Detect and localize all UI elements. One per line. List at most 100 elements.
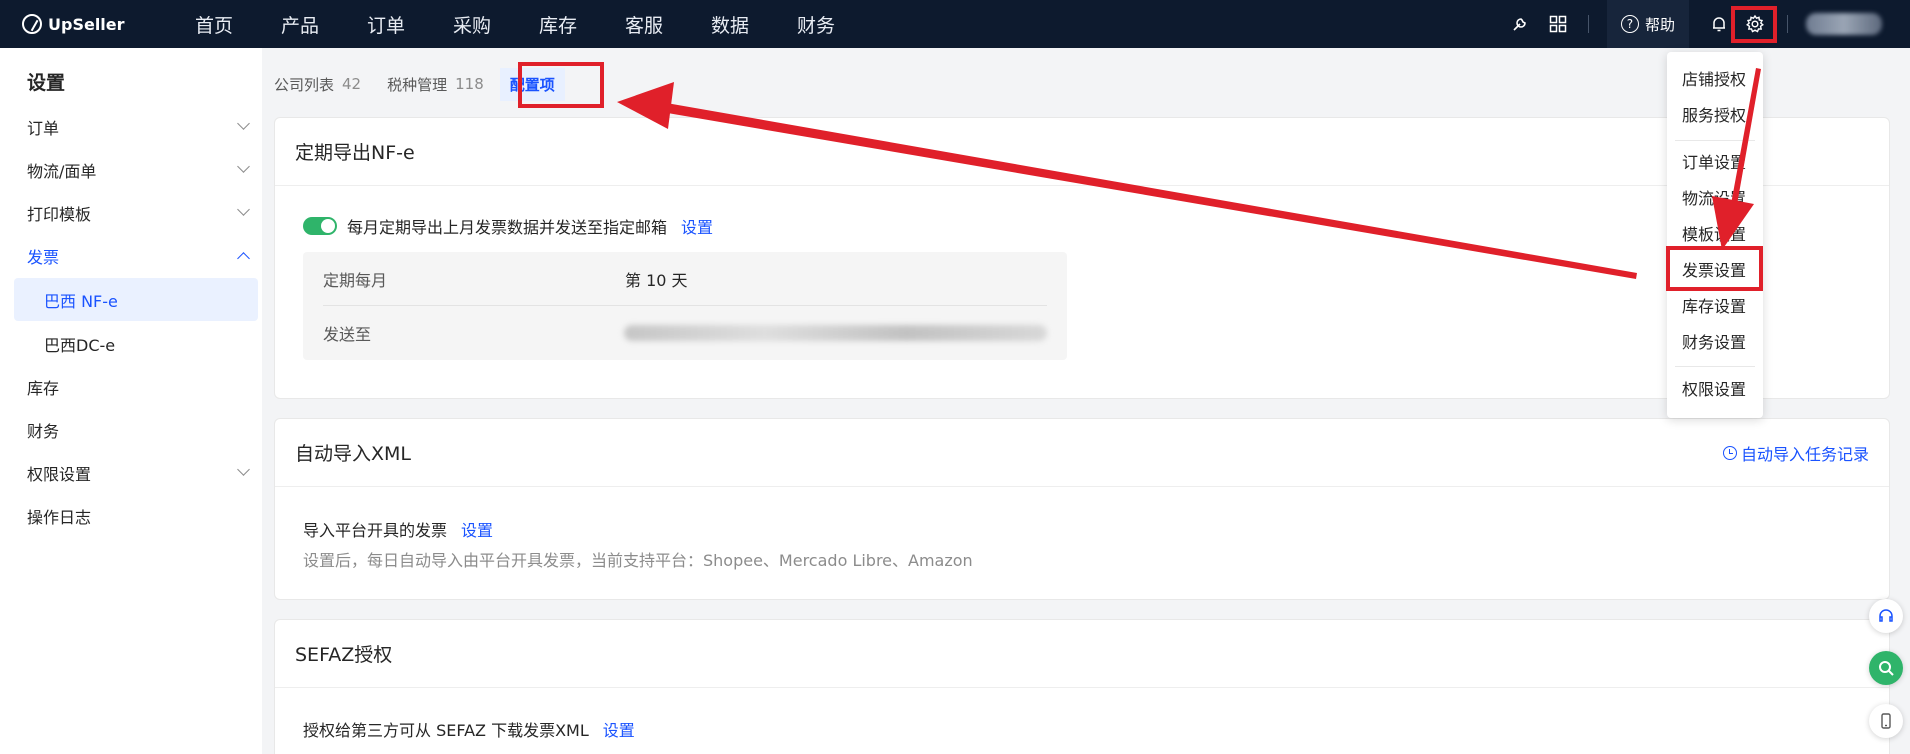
- nav-item-finance[interactable]: 财务: [797, 11, 883, 38]
- nav-item-data[interactable]: 数据: [711, 11, 797, 38]
- divider: [1787, 15, 1788, 33]
- chevron-down-icon: [237, 463, 250, 476]
- sidebar-item-label: 订单: [27, 118, 60, 138]
- nav-item-home[interactable]: 首页: [195, 11, 281, 38]
- menu-item-inventory-settings[interactable]: 库存设置: [1667, 287, 1763, 323]
- export-nfe-card: 定期导出NF-e 每月定期导出上月发票数据并发送至指定邮箱 设置 定期每月 第 …: [274, 117, 1890, 399]
- sidebar-item-label: 库存: [27, 378, 60, 398]
- tab-tax-management[interactable]: 税种管理 118: [387, 74, 484, 95]
- menu-item-finance-settings[interactable]: 财务设置: [1667, 323, 1763, 359]
- nav-item-orders[interactable]: 订单: [367, 11, 453, 38]
- sidebar-item-invoice[interactable]: 发票: [14, 234, 258, 277]
- sidebar-item-print-templates[interactable]: 打印模板: [14, 191, 258, 234]
- card-header: 自动导入XML 自动导入任务记录: [275, 419, 1889, 487]
- sidebar-item-finance[interactable]: 财务: [14, 408, 258, 451]
- import-platform-invoice-line: 导入平台开具的发票 设置: [303, 517, 493, 541]
- sidebar-item-logistics[interactable]: 物流/面单: [14, 148, 258, 191]
- tab-company-list[interactable]: 公司列表 42: [274, 74, 361, 95]
- info-row-day: 定期每月 第 10 天: [323, 252, 1047, 306]
- toggle-label: 每月定期导出上月发票数据并发送至指定邮箱: [347, 218, 668, 237]
- monthly-export-toggle[interactable]: [303, 217, 337, 235]
- apps-grid-icon[interactable]: [1546, 12, 1570, 36]
- menu-item-logistics-settings[interactable]: 物流设置: [1667, 179, 1763, 215]
- sidebar-item-label: 操作日志: [27, 507, 92, 527]
- line-text: 导入平台开具的发票: [303, 521, 448, 540]
- tab-label: 税种管理: [387, 75, 448, 94]
- clock-icon: [1722, 445, 1737, 460]
- sidebar-item-label: 巴西DC-e: [44, 335, 116, 355]
- import-description: 设置后，每日自动导入由平台开具发票，当前支持平台：Shopee、Mercado …: [303, 551, 973, 570]
- redacted-email-list: [624, 325, 1047, 341]
- brand-logo[interactable]: UpSeller: [22, 14, 162, 34]
- tab-count: 42: [342, 75, 362, 93]
- sidebar-item-label: 财务: [27, 421, 60, 441]
- sidebar-item-brazil-nfe[interactable]: 巴西 NF-e: [14, 278, 258, 321]
- card-title: 定期导出NF-e: [275, 118, 1889, 186]
- mobile-app-button[interactable]: [1869, 704, 1903, 738]
- chevron-down-icon: [237, 160, 250, 173]
- info-label: 发送至: [323, 325, 372, 344]
- sidebar-title: 设置: [27, 72, 66, 94]
- user-account-blurred[interactable]: [1806, 13, 1882, 35]
- info-label: 定期每月: [323, 270, 388, 290]
- top-right-tools: ? 帮助: [1508, 0, 1910, 48]
- upseller-logo-icon: [22, 14, 42, 34]
- info-value: 第 10 天: [625, 270, 688, 290]
- menu-divider: [1675, 140, 1755, 141]
- wrench-icon[interactable]: [1508, 12, 1532, 36]
- import-task-record-link[interactable]: 自动导入任务记录: [1722, 441, 1869, 465]
- help-label: 帮助: [1644, 15, 1675, 34]
- sidebar-item-label: 打印模板: [27, 204, 92, 224]
- chevron-up-icon: [237, 252, 250, 265]
- main-nav: 首页 产品 订单 采购 库存 客服 数据 财务: [195, 11, 883, 38]
- sidebar-item-label: 权限设置: [27, 464, 92, 484]
- menu-divider: [1675, 366, 1755, 367]
- help-button[interactable]: ? 帮助: [1606, 0, 1689, 48]
- brand-name: UpSeller: [48, 14, 125, 34]
- sidebar-item-label: 物流/面单: [27, 161, 97, 181]
- nav-item-products[interactable]: 产品: [281, 11, 367, 38]
- headset-support-button[interactable]: [1869, 599, 1903, 633]
- sidebar-item-orders[interactable]: 订单: [14, 105, 258, 148]
- sefaz-auth-card: SEFAZ授权 授权给第三方可从 SEFAZ 下载发票XML 设置: [274, 619, 1890, 754]
- settings-sidebar: 设置 订单 物流/面单 打印模板 发票 巴西 NF-e 巴西DC-e 库存 财务…: [0, 48, 262, 754]
- bell-icon[interactable]: [1707, 12, 1731, 36]
- export-info-box: 定期每月 第 10 天 发送至: [303, 252, 1067, 360]
- line-text: 授权给第三方可从 SEFAZ 下载发票XML: [303, 721, 589, 740]
- tab-label: 公司列表: [274, 75, 335, 94]
- sidebar-item-label: 巴西 NF-e: [44, 291, 118, 311]
- settings-dropdown-menu: 店铺授权 服务授权 订单设置 物流设置 模板设置 发票设置 库存设置 财务设置 …: [1667, 52, 1763, 418]
- nav-item-purchase[interactable]: 采购: [453, 11, 539, 38]
- search-float-button[interactable]: [1869, 651, 1903, 685]
- invoice-settings-highlight-box: [1666, 246, 1763, 291]
- nav-item-inventory[interactable]: 库存: [539, 11, 625, 38]
- top-navbar: UpSeller 首页 产品 订单 采购 库存 客服 数据 财务 ? 帮助: [0, 0, 1910, 48]
- auto-import-xml-card: 自动导入XML 自动导入任务记录 导入平台开具的发票 设置 设置后，每日自动导入…: [274, 418, 1890, 600]
- export-settings-link[interactable]: 设置: [681, 214, 713, 238]
- chevron-down-icon: [237, 117, 250, 130]
- sidebar-item-brazil-dce[interactable]: 巴西DC-e: [14, 322, 258, 365]
- sidebar-item-operation-log[interactable]: 操作日志: [14, 494, 258, 537]
- import-settings-link[interactable]: 设置: [461, 517, 493, 541]
- monthly-export-setting: 每月定期导出上月发票数据并发送至指定邮箱 设置: [303, 214, 713, 238]
- nav-item-service[interactable]: 客服: [625, 11, 711, 38]
- config-tab-highlight-box: [518, 62, 604, 108]
- menu-item-order-settings[interactable]: 订单设置: [1667, 143, 1763, 179]
- link-label: 自动导入任务记录: [1740, 444, 1869, 464]
- chevron-down-icon: [237, 203, 250, 216]
- sidebar-item-label: 发票: [27, 247, 60, 267]
- sefaz-settings-link[interactable]: 设置: [603, 717, 635, 741]
- sefaz-auth-line: 授权给第三方可从 SEFAZ 下载发票XML 设置: [303, 717, 635, 741]
- sidebar-item-inventory[interactable]: 库存: [14, 365, 258, 408]
- menu-item-store-auth[interactable]: 店铺授权: [1667, 60, 1763, 96]
- sidebar-item-permissions[interactable]: 权限设置: [14, 451, 258, 494]
- menu-item-permission-settings[interactable]: 权限设置: [1667, 370, 1763, 406]
- info-row-recipient: 发送至: [323, 306, 1047, 360]
- menu-item-service-auth[interactable]: 服务授权: [1667, 96, 1763, 132]
- card-title: SEFAZ授权: [275, 620, 1889, 688]
- divider: [1587, 15, 1589, 33]
- gear-highlight-box: [1731, 6, 1777, 43]
- question-icon: ?: [1620, 15, 1639, 33]
- card-title: 自动导入XML: [295, 443, 411, 465]
- tab-count: 118: [455, 75, 484, 93]
